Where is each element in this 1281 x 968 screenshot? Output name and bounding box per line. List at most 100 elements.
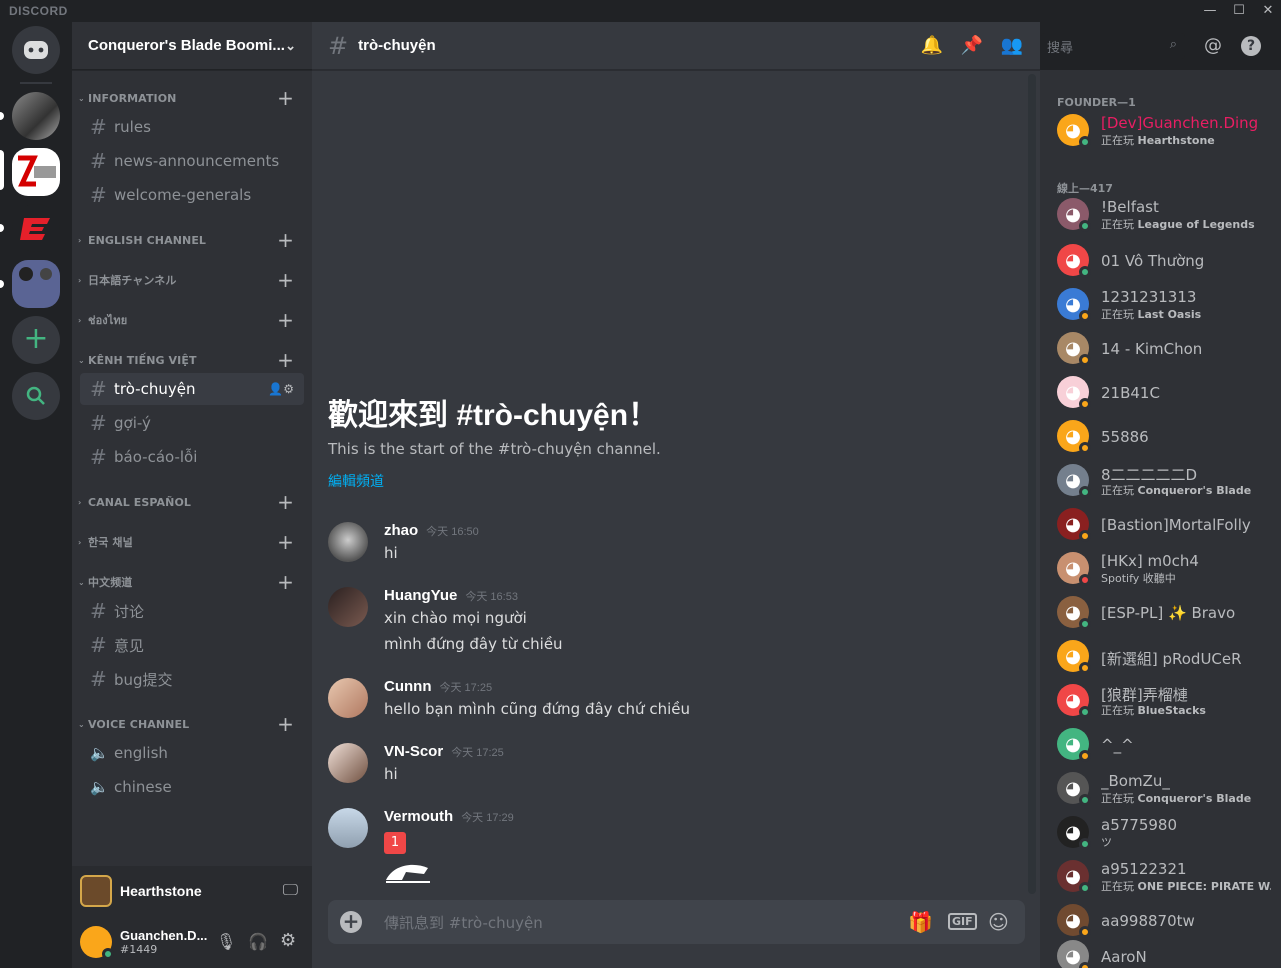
search-icon: [26, 386, 45, 405]
search-input[interactable]: 搜尋 ⌕: [1041, 33, 1185, 59]
guild-header[interactable]: Conqueror's Blade Boomi... ⌄: [72, 22, 312, 70]
add-channel-icon[interactable]: +: [277, 490, 294, 514]
add-channel-icon[interactable]: +: [277, 348, 294, 372]
maximize-button[interactable]: ☐: [1225, 2, 1253, 20]
add-channel-icon[interactable]: +: [277, 86, 294, 110]
screen-share-icon[interactable]: 🖵: [283, 880, 298, 900]
close-button[interactable]: ✕: [1254, 2, 1281, 20]
server-icon-esports[interactable]: [12, 204, 60, 252]
message-timestamp: 今天 17:25: [439, 682, 493, 694]
member-name: [Bastion]MortalFolly: [1101, 516, 1251, 534]
speaker-icon: 🔈: [90, 778, 109, 796]
channel-bug-submit[interactable]: # bug提交: [80, 663, 304, 695]
selected-pill: [0, 150, 4, 190]
member-item[interactable]: ◕ _BomZu_ 正在玩 Conqueror's Blade: [1057, 768, 1277, 808]
category-thai[interactable]: › ช่องไทย +: [72, 308, 312, 332]
attach-plus-icon[interactable]: +: [340, 911, 362, 933]
member-item[interactable]: ◕ 01 Vô Thường: [1057, 240, 1277, 280]
member-item[interactable]: ◕ a5775980 ツ: [1057, 812, 1277, 852]
gear-icon[interactable]: ⚙: [280, 930, 296, 951]
channel-tro-chuyen[interactable]: # trò-chuyện 👤⚙: [80, 373, 304, 405]
members-icon[interactable]: 👥: [1000, 34, 1024, 58]
username: Guanchen.D...: [120, 928, 208, 943]
avatar[interactable]: [328, 587, 368, 627]
member-item[interactable]: ◕ 21B41C: [1057, 372, 1277, 412]
add-channel-icon[interactable]: +: [277, 228, 294, 252]
unread-pill: [0, 224, 4, 232]
member-item[interactable]: ◕ [狼群]弄榴槤 正在玩 BlueStacks: [1057, 680, 1277, 720]
discord-icon: [24, 41, 48, 59]
pin-icon[interactable]: 📌: [960, 34, 984, 58]
microphone-icon[interactable]: 🎙: [216, 932, 236, 951]
avatar[interactable]: [328, 522, 368, 562]
category-information[interactable]: ⌄ INFORMATION +: [72, 86, 312, 110]
add-channel-icon[interactable]: +: [277, 712, 294, 736]
member-item[interactable]: ◕ [Dev]Guanchen.Ding 正在玩 Hearthstone: [1057, 110, 1277, 150]
category-voice[interactable]: ⌄ VOICE CHANNEL +: [72, 712, 312, 736]
add-channel-icon[interactable]: +: [277, 530, 294, 554]
member-item[interactable]: ◕ 55886: [1057, 416, 1277, 456]
member-item[interactable]: ◕ 1231231313 正在玩 Last Oasis: [1057, 284, 1277, 324]
server-icon-1[interactable]: [12, 92, 60, 140]
category-japanese[interactable]: › 日本語チャンネル +: [72, 268, 312, 292]
add-channel-icon[interactable]: +: [277, 268, 294, 292]
member-item[interactable]: ◕ AaroN: [1057, 936, 1277, 968]
mentions-icon[interactable]: @: [1201, 34, 1225, 58]
voice-channel-english[interactable]: 🔈 english: [80, 737, 304, 769]
member-item[interactable]: ◕ 8二二二二二D 正在玩 Conqueror's Blade: [1057, 460, 1277, 500]
explore-servers-button[interactable]: [12, 372, 60, 420]
category-chinese[interactable]: ⌄ 中文频道 +: [72, 570, 312, 594]
chat-area: # trò-chuyện 🔔 📌 👥 搜尋 ⌕ @ ? 歡迎來到 #trò-chu…: [312, 22, 1261, 968]
message-composer[interactable]: + 傳訊息到 #trò-chuyện 🎁 GIF ☺: [328, 900, 1025, 944]
channel-discussion[interactable]: # 讨论: [80, 595, 304, 627]
gif-button[interactable]: GIF: [948, 913, 977, 930]
voice-channel-chinese[interactable]: 🔈 chinese: [80, 771, 304, 803]
user-avatar[interactable]: [80, 926, 114, 960]
member-item[interactable]: ◕ [Bastion]MortalFolly: [1057, 504, 1277, 544]
member-item[interactable]: ◕ !Belfast 正在玩 League of Legends: [1057, 194, 1277, 234]
server-icon-conquerors-blade[interactable]: [12, 148, 60, 196]
edit-channel-link[interactable]: 編輯頻道: [328, 471, 384, 491]
channel-bao-cao-loi[interactable]: # báo-cáo-lỗi: [80, 441, 304, 473]
member-item[interactable]: ◕ [HKx] m0ch4 Spotify 收聽中: [1057, 548, 1277, 588]
member-item[interactable]: ◕ a95122321 正在玩 ONE PIECE: PIRATE W...: [1057, 856, 1277, 896]
server-icon-4[interactable]: [12, 260, 60, 308]
invite-and-settings-icons[interactable]: 👤⚙: [268, 382, 294, 396]
member-name: 14 - KimChon: [1101, 340, 1203, 358]
channel-goi-y[interactable]: # gợi-ý: [80, 407, 304, 439]
avatar[interactable]: [328, 808, 368, 848]
channel-feedback[interactable]: # 意见: [80, 629, 304, 661]
avatar[interactable]: [328, 743, 368, 783]
category-korean[interactable]: › 한국 채널 +: [72, 530, 312, 554]
add-channel-icon[interactable]: +: [277, 308, 294, 332]
headphones-icon[interactable]: 🎧: [248, 932, 268, 951]
member-item[interactable]: ◕ 14 - KimChon: [1057, 328, 1277, 368]
category-english[interactable]: › ENGLISH CHANNEL +: [72, 228, 312, 252]
emoji-icon[interactable]: ☺: [988, 910, 1009, 934]
chevron-down-icon: ⌄: [78, 93, 85, 103]
home-button[interactable]: [12, 26, 60, 74]
member-item[interactable]: ◕ ^_^: [1057, 724, 1277, 764]
add-server-icon[interactable]: +: [12, 316, 60, 364]
member-item[interactable]: ◕ [新選組] pRodUCeR: [1057, 636, 1277, 676]
avatar[interactable]: [328, 678, 368, 718]
member-item[interactable]: ◕ [ESP-PL] ✨ Bravo: [1057, 592, 1277, 632]
member-activity: 正在玩 League of Legends: [1101, 218, 1255, 231]
add-channel-icon[interactable]: +: [277, 570, 294, 594]
title-bar: DISCORD — ☐ ✕: [0, 0, 1281, 22]
hash-icon: #: [328, 31, 349, 60]
channel-news-announcements[interactable]: # news-announcements: [80, 145, 304, 177]
bell-icon[interactable]: 🔔: [920, 34, 944, 58]
chevron-right-icon: ›: [78, 315, 82, 325]
minimize-button[interactable]: —: [1196, 2, 1224, 20]
gift-icon[interactable]: 🎁: [908, 910, 933, 934]
help-icon[interactable]: ?: [1241, 36, 1261, 56]
category-vietnamese[interactable]: ⌄ KÊNH TIẾNG VIỆT +: [72, 348, 312, 372]
channel-welcome-generals[interactable]: # welcome-generals: [80, 179, 304, 211]
hash-icon: #: [90, 667, 107, 691]
scrollbar[interactable]: [1028, 74, 1036, 894]
member-item[interactable]: ◕ aa998870tw: [1057, 900, 1277, 940]
channel-rules[interactable]: # rules: [80, 111, 304, 143]
category-spanish[interactable]: › CANAL ESPAÑOL +: [72, 490, 312, 514]
member-activity: 正在玩 Last Oasis: [1101, 308, 1202, 321]
